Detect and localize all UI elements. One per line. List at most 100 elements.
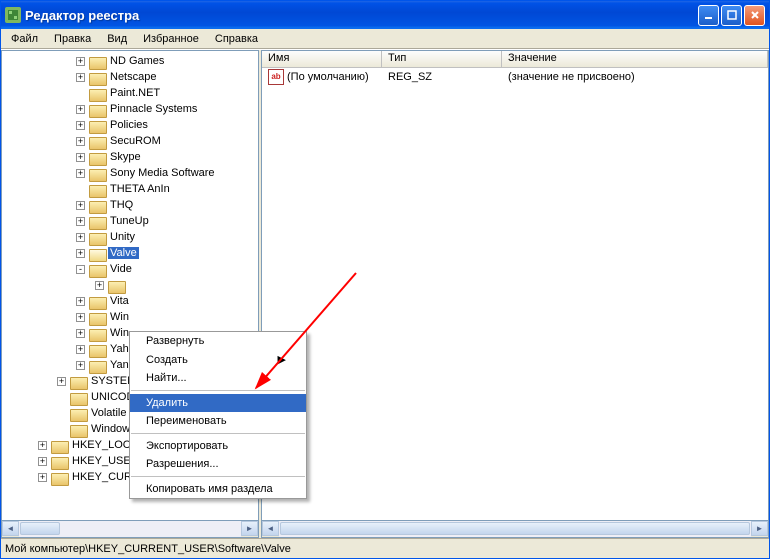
ctx-export[interactable]: Экспортировать (130, 437, 306, 455)
list-view[interactable]: Имя Тип Значение ab (По умолчанию) REG_S… (261, 50, 769, 521)
menu-edit[interactable]: Правка (50, 31, 95, 47)
scroll-right-button[interactable]: ► (241, 521, 258, 536)
expand-icon[interactable]: + (76, 313, 85, 322)
folder-icon (70, 423, 86, 436)
window-title: Редактор реестра (25, 8, 698, 23)
list-hscrollbar[interactable]: ◄ ► (261, 521, 769, 538)
folder-icon (89, 87, 105, 100)
separator (131, 390, 305, 391)
expand-icon[interactable]: + (76, 297, 85, 306)
tree-item[interactable]: +Policies (2, 117, 258, 133)
tree-item[interactable]: +SecuROM (2, 133, 258, 149)
expand-icon[interactable]: + (95, 281, 104, 290)
minimize-button[interactable] (698, 5, 719, 26)
expand-icon[interactable]: + (76, 233, 85, 242)
tree-item[interactable]: +Valve (2, 245, 258, 261)
ctx-permissions[interactable]: Разрешения... (130, 455, 306, 473)
value-name: (По умолчанию) (287, 71, 369, 83)
tree-item[interactable]: + Pinnacle Systems (2, 101, 258, 117)
expand-icon[interactable]: + (76, 105, 85, 114)
tree-item[interactable]: + Netscape (2, 69, 258, 85)
ctx-expand[interactable]: Развернуть (130, 332, 306, 350)
folder-icon (89, 183, 105, 196)
tree-item-label: Win (108, 311, 131, 323)
tree-item[interactable]: +ND Games (2, 53, 258, 69)
menu-favorites[interactable]: Избранное (139, 31, 203, 47)
scroll-left-button[interactable]: ◄ (2, 521, 19, 536)
menu-view[interactable]: Вид (103, 31, 131, 47)
expand-icon[interactable]: + (76, 361, 85, 370)
column-type[interactable]: Тип (382, 51, 502, 67)
expand-icon[interactable]: + (38, 457, 47, 466)
expand-icon[interactable]: + (76, 73, 85, 82)
folder-icon (70, 375, 86, 388)
expand-icon[interactable]: + (76, 121, 85, 130)
folder-icon (51, 455, 67, 468)
separator (131, 433, 305, 434)
ctx-rename[interactable]: Переименовать (130, 412, 306, 430)
expand-icon[interactable]: + (38, 441, 47, 450)
ctx-delete[interactable]: Удалить (130, 394, 306, 412)
tree-item[interactable]: + Skype (2, 149, 258, 165)
app-icon (5, 7, 21, 23)
separator (131, 476, 305, 477)
menu-file[interactable]: Файл (7, 31, 42, 47)
tree-item[interactable]: +THQ (2, 197, 258, 213)
maximize-button[interactable] (721, 5, 742, 26)
folder-icon (108, 279, 124, 292)
column-value[interactable]: Значение (502, 51, 768, 67)
tree-item[interactable]: + Win (2, 309, 258, 325)
folder-icon (51, 439, 67, 452)
titlebar[interactable]: Редактор реестра (1, 1, 769, 29)
expand-icon[interactable]: + (76, 345, 85, 354)
scroll-right-button[interactable]: ► (751, 521, 768, 536)
tree-item-label: Paint.NET (108, 87, 162, 99)
statusbar: Мой компьютер\HKEY_CURRENT_USER\Software… (1, 538, 769, 558)
expand-icon[interactable]: + (38, 473, 47, 482)
close-button[interactable] (744, 5, 765, 26)
tree-item[interactable]: +TuneUp (2, 213, 258, 229)
status-text: Мой компьютер\HKEY_CURRENT_USER\Software… (5, 543, 291, 555)
expand-icon[interactable]: + (76, 329, 85, 338)
folder-icon (89, 199, 105, 212)
column-name[interactable]: Имя (262, 51, 382, 67)
tree-item-label: THETA AnIn (108, 183, 172, 195)
folder-icon (89, 295, 105, 308)
expand-icon[interactable]: + (57, 377, 66, 386)
expand-icon[interactable]: + (76, 153, 85, 162)
tree-item-label: Sony Media Software (108, 167, 217, 179)
tree-item-label: Pinnacle Systems (108, 103, 199, 115)
list-row[interactable]: ab (По умолчанию) REG_SZ (значение не пр… (262, 68, 768, 85)
folder-icon (89, 311, 105, 324)
expand-icon[interactable]: + (76, 57, 85, 66)
scroll-thumb[interactable] (280, 522, 750, 535)
tree-item-label: Yah (108, 343, 131, 355)
folder-icon (89, 135, 105, 148)
tree-item-label: Unity (108, 231, 137, 243)
scroll-thumb[interactable] (20, 522, 60, 535)
expand-icon[interactable]: + (76, 169, 85, 178)
tree-item[interactable]: -Vide (2, 261, 258, 277)
tree-hscrollbar[interactable]: ◄ ► (1, 521, 259, 538)
folder-icon (89, 151, 105, 164)
ctx-copy-name[interactable]: Копировать имя раздела (130, 480, 306, 498)
expand-icon[interactable]: + (76, 137, 85, 146)
tree-item-label: Skype (108, 151, 143, 163)
expand-icon[interactable]: + (76, 201, 85, 210)
expand-icon[interactable]: + (76, 217, 85, 226)
ctx-find[interactable]: Найти... (130, 369, 306, 387)
tree-item[interactable]: Paint.NET (2, 85, 258, 101)
collapse-icon[interactable]: - (76, 265, 85, 274)
tree-item[interactable]: +Vita (2, 293, 258, 309)
tree-item[interactable]: + Sony Media Software (2, 165, 258, 181)
tree-item[interactable]: + (2, 277, 258, 293)
folder-icon (89, 343, 105, 356)
tree-item-label: Netscape (108, 71, 158, 83)
tree-item[interactable]: THETA AnIn (2, 181, 258, 197)
value-data: (значение не присвоено) (502, 71, 768, 83)
scroll-left-button[interactable]: ◄ (262, 521, 279, 536)
menu-help[interactable]: Справка (211, 31, 262, 47)
tree-item[interactable]: + Unity (2, 229, 258, 245)
expand-icon[interactable]: + (76, 249, 85, 258)
ctx-create[interactable]: Создать▶ (130, 350, 306, 369)
